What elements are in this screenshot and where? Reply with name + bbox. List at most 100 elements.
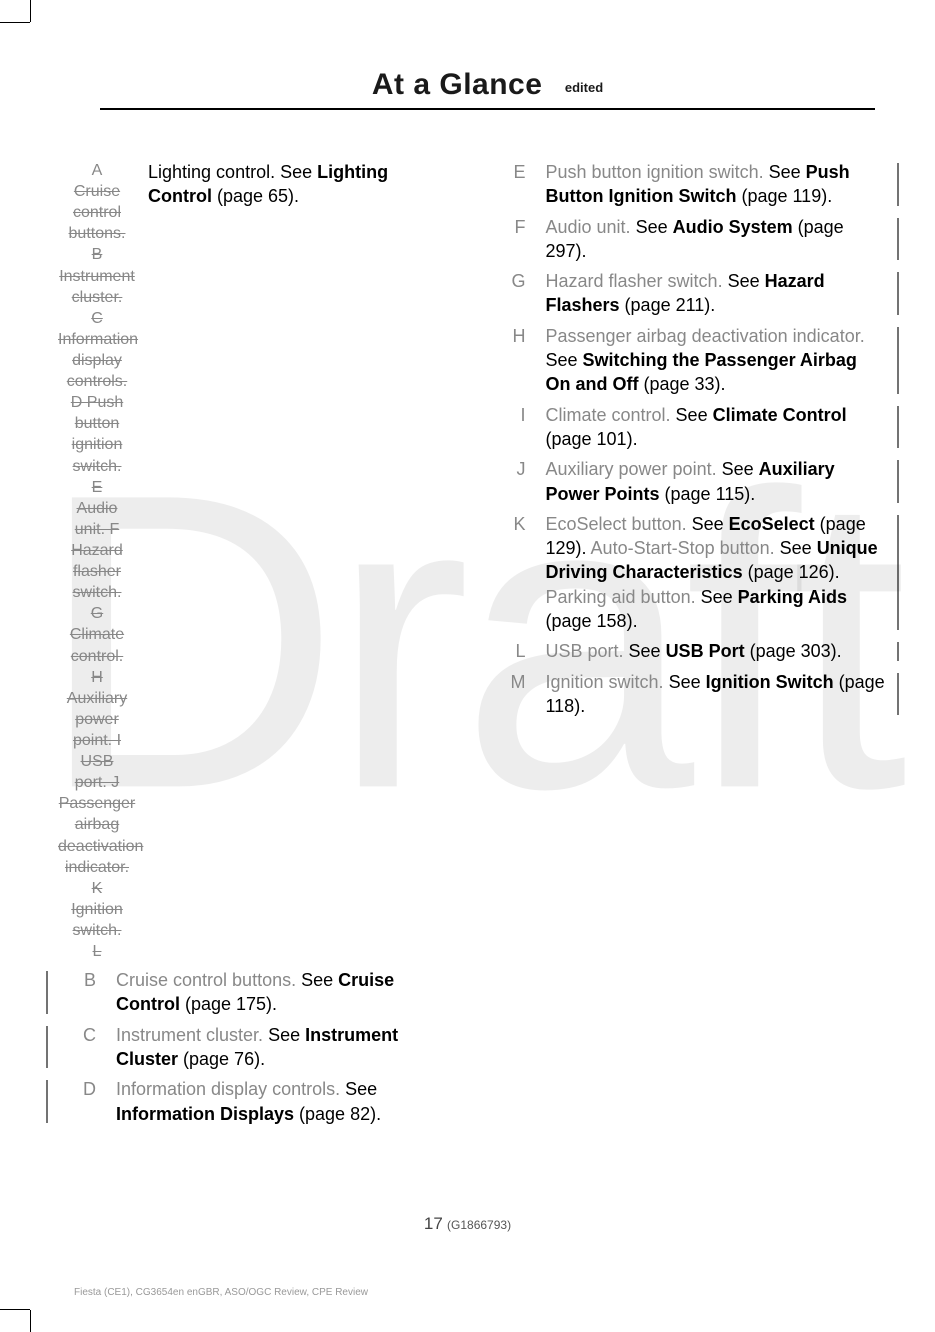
list-item: KEcoSelect button. See EcoSelect (page 1… — [488, 512, 886, 633]
item-desc: Passenger airbag deactivation indicator.… — [546, 324, 886, 397]
strikethrough-line: buttons. — [58, 223, 136, 244]
chapter-header: At a Glance edited — [100, 68, 875, 110]
strikethrough-line: C — [58, 308, 136, 329]
item-desc: EcoSelect button. See EcoSelect (page 12… — [546, 512, 886, 633]
item-letter: M — [488, 670, 546, 719]
page-id: (G1866793) — [447, 1218, 511, 1232]
item-letter: D — [58, 1077, 116, 1126]
item-letter: H — [488, 324, 546, 397]
strikethrough-line: Hazard — [58, 540, 136, 561]
item-desc: USB port. See USB Port (page 303). — [546, 639, 886, 663]
item-letter: G — [488, 269, 546, 318]
list-item: EPush button ignition switch. See Push B… — [488, 160, 886, 209]
strikethrough-line: cluster. — [58, 287, 136, 308]
header-title: At a Glance — [372, 68, 543, 101]
strikethrough-line: switch. — [58, 582, 136, 603]
list-item: HPassenger airbag deactivation indicator… — [488, 324, 886, 397]
item-letter: C — [58, 1023, 116, 1072]
strikethrough-line: Cruise — [58, 181, 136, 202]
item-desc: Auxiliary power point. See Auxiliary Pow… — [546, 457, 886, 506]
strikethrough-line: B — [58, 244, 136, 265]
list-item: CInstrument cluster. See Instrument Clus… — [58, 1023, 456, 1072]
change-bar — [897, 406, 899, 449]
item-letter: L — [488, 639, 546, 663]
strikethrough-line: airbag — [58, 814, 136, 835]
list-item: DInformation display controls. See Infor… — [58, 1077, 456, 1126]
item-desc: Audio unit. See Audio System (page 297). — [546, 215, 886, 264]
strikethrough-line: Auxiliary — [58, 688, 136, 709]
list-item: LUSB port. See USB Port (page 303). — [488, 639, 886, 663]
change-bar — [46, 1026, 48, 1069]
footer-page: 17 (G1866793) — [0, 1214, 935, 1234]
strikethrough-line: Ignition — [58, 899, 136, 920]
strikethrough-line: unit. F — [58, 519, 136, 540]
item-a-row: A Cruisecontrolbuttons.BInstrumentcluste… — [58, 160, 456, 962]
strikethrough-line: Information — [58, 329, 136, 350]
strikethrough-line: E — [58, 477, 136, 498]
change-bar — [46, 971, 48, 1014]
list-item: FAudio unit. See Audio System (page 297)… — [488, 215, 886, 264]
page: Draft At a Glance edited A Cruisecontrol… — [0, 0, 935, 1332]
header-subtitle: edited — [565, 80, 603, 95]
page-number: 17 — [424, 1214, 443, 1233]
left-column: A Cruisecontrolbuttons.BInstrumentcluste… — [58, 160, 456, 1192]
list-item: BCruise control buttons. See Cruise Cont… — [58, 968, 456, 1017]
a-page: (page 65). — [212, 186, 299, 206]
item-desc: Ignition switch. See Ignition Switch (pa… — [546, 670, 886, 719]
list-item: MIgnition switch. See Ignition Switch (p… — [488, 670, 886, 719]
list-item: JAuxiliary power point. See Auxiliary Po… — [488, 457, 886, 506]
a-prefix: Lighting control. See — [148, 162, 317, 182]
item-desc: Push button ignition switch. See Push Bu… — [546, 160, 886, 209]
item-letter: I — [488, 403, 546, 452]
change-bar — [897, 673, 899, 716]
strikethrough-line: D Push — [58, 392, 136, 413]
item-letter: J — [488, 457, 546, 506]
item-desc: Instrument cluster. See Instrument Clust… — [116, 1023, 456, 1072]
strikethrough-line: Climate — [58, 624, 136, 645]
item-a-letter: A — [58, 160, 136, 181]
left-items-list: BCruise control buttons. See Cruise Cont… — [58, 968, 456, 1126]
strikethrough-line: USB — [58, 751, 136, 772]
content-area: A Cruisecontrolbuttons.BInstrumentcluste… — [58, 160, 885, 1192]
change-bar — [897, 642, 899, 660]
strikethrough-line: control. — [58, 646, 136, 667]
item-desc: Hazard flasher switch. See Hazard Flashe… — [546, 269, 886, 318]
strikethrough-line: switch. — [58, 456, 136, 477]
item-desc: Cruise control buttons. See Cruise Contr… — [116, 968, 456, 1017]
right-column: EPush button ignition switch. See Push B… — [488, 160, 886, 1192]
list-item: IClimate control. See Climate Control (p… — [488, 403, 886, 452]
change-bar — [897, 272, 899, 315]
item-letter: K — [488, 512, 546, 633]
strikethrough-line: H — [58, 667, 136, 688]
strikethrough-line: Audio — [58, 498, 136, 519]
strikethrough-line: port. J — [58, 772, 136, 793]
change-bar — [897, 163, 899, 206]
change-bar — [46, 1080, 48, 1123]
list-item: GHazard flasher switch. See Hazard Flash… — [488, 269, 886, 318]
strikethrough-line: G — [58, 603, 136, 624]
item-desc: Climate control. See Climate Control (pa… — [546, 403, 886, 452]
strikethrough-line: Passenger — [58, 793, 136, 814]
strikethrough-line: indicator. — [58, 857, 136, 878]
strikethrough-line: K — [58, 878, 136, 899]
item-a-desc: Lighting control. See Lighting Control (… — [136, 160, 456, 962]
item-letter: B — [58, 968, 116, 1017]
change-bar — [897, 218, 899, 261]
strikethrough-line: flasher — [58, 561, 136, 582]
strikethrough-line: point. I — [58, 730, 136, 751]
item-desc: Information display controls. See Inform… — [116, 1077, 456, 1126]
item-letter: F — [488, 215, 546, 264]
strikethrough-line: button — [58, 413, 136, 434]
strikethrough-line: L — [58, 941, 136, 962]
change-bar — [897, 515, 899, 630]
strikethrough-line: deactivation — [58, 836, 136, 857]
strikethrough-line: control — [58, 202, 136, 223]
strikethrough-line: display — [58, 350, 136, 371]
item-letter: E — [488, 160, 546, 209]
strikethrough-line: controls. — [58, 371, 136, 392]
strikethrough-line: ignition — [58, 434, 136, 455]
strikethrough-line: switch. — [58, 920, 136, 941]
strikethrough-line: Instrument — [58, 266, 136, 287]
footer-note: Fiesta (CE1), CG3654en enGBR, ASO/OGC Re… — [74, 1287, 368, 1298]
strikethrough-line: power — [58, 709, 136, 730]
